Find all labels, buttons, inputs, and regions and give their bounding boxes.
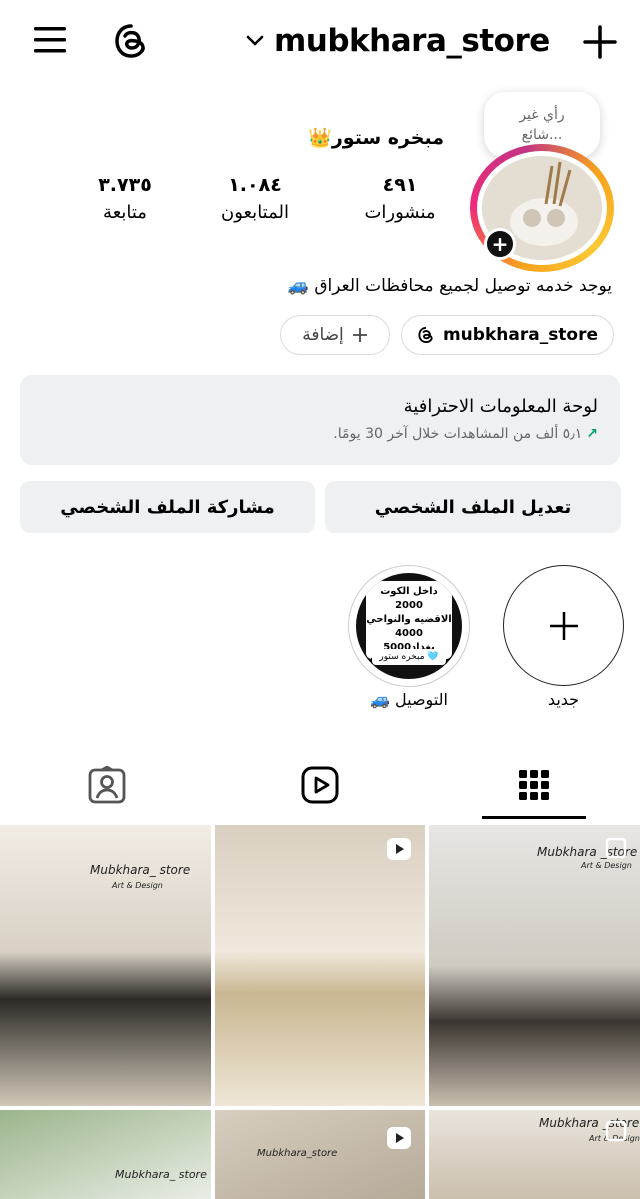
note-line-1: رأي غير — [519, 107, 565, 123]
following-stat[interactable]: ٣.٧٣٥ متابعة — [80, 172, 170, 228]
post-thumbnail[interactable]: Mubkhara_ store — [0, 1110, 211, 1199]
post-thumbnail[interactable]: Mubkhara _store Art & Design — [429, 1110, 640, 1199]
new-highlight-label: جديد — [547, 690, 580, 709]
add-pill-label: إضافة — [302, 325, 344, 345]
threads-small-icon — [417, 326, 435, 344]
tagged-tab[interactable] — [55, 750, 159, 820]
header-username: mubkhara_store — [274, 23, 550, 59]
price-line-2: الاقضيه والنواحي 4000 — [366, 614, 452, 639]
hamburger-menu-icon[interactable] — [30, 22, 70, 58]
dashboard-title: لوحة المعلومات الاحترافية — [403, 396, 598, 417]
share-profile-button[interactable]: مشاركة الملف الشخصي — [20, 481, 315, 533]
delivery-highlight-label: التوصيل 🚙 — [370, 690, 448, 709]
bio: يوجد خدمه توصيل لجميع محافظات العراق 🚙 — [287, 276, 612, 296]
add-link-pill[interactable]: إضافة — [280, 315, 390, 355]
tagged-user-icon — [88, 766, 126, 804]
post-thumbnail[interactable]: Mubkhara _store Art & Design — [429, 825, 640, 1106]
plus-small-icon — [352, 327, 368, 343]
posts-count: ٤٩١ — [382, 174, 418, 196]
display-name: مبخره ستور👑 — [308, 127, 444, 149]
post-thumbnail[interactable]: Mubkhara_store — [215, 1110, 425, 1199]
trend-up-icon: ↗ — [586, 426, 598, 442]
add-story-icon[interactable]: + — [484, 228, 516, 260]
post-watermark: Mubkhara_ store — [90, 863, 191, 877]
threads-icon[interactable] — [110, 20, 152, 62]
plus-icon — [549, 611, 578, 640]
delivery-price-card: داخل الكوت 2000 الاقضيه والنواحي 4000 بغ… — [366, 581, 452, 667]
following-label: متابعة — [103, 202, 147, 223]
grid-icon — [519, 770, 549, 800]
content-tabs — [0, 750, 640, 820]
reel-badge-icon — [387, 1127, 411, 1149]
note-line-2: شائع... — [521, 127, 563, 143]
reels-icon — [301, 766, 339, 804]
followers-stat[interactable]: ١.٠٨٤ المتابعون — [205, 172, 305, 228]
post-watermark: Mubkhara_store — [257, 1148, 338, 1159]
threads-profile-pill[interactable]: mubkhara_store — [401, 315, 614, 355]
chevron-down-icon — [246, 35, 264, 47]
post-thumbnail[interactable]: Mubkhara_ store Art & Design — [0, 825, 211, 1106]
threads-pill-label: mubkhara_store — [442, 325, 599, 345]
grid-tab[interactable] — [482, 750, 586, 820]
posts-stat[interactable]: ٤٩١ منشورات — [350, 172, 450, 228]
reel-badge-icon — [387, 838, 411, 860]
followers-count: ١.٠٨٤ — [228, 174, 282, 196]
top-bar: mubkhara_store — [0, 0, 640, 84]
active-tab-indicator — [482, 816, 586, 819]
price-line-1: داخل الكوت 2000 — [380, 586, 438, 611]
followers-label: المتابعون — [220, 202, 290, 223]
reels-tab[interactable] — [268, 750, 372, 820]
post-watermark-sub: Art & Design — [112, 881, 163, 890]
post-watermark-sub: Art & Design — [581, 861, 632, 870]
new-highlight-button[interactable] — [503, 565, 624, 686]
delivery-badge: مبخره ستور 🩵 — [372, 649, 446, 665]
delivery-highlight-cover[interactable]: داخل الكوت 2000 الاقضيه والنواحي 4000 بغ… — [356, 573, 462, 679]
post-thumbnail[interactable] — [215, 825, 425, 1106]
edit-profile-button[interactable]: تعديل الملف الشخصي — [325, 481, 621, 533]
post-watermark: Mubkhara_ store — [115, 1168, 207, 1181]
dashboard-subtitle: ٥٫١ ألف من المشاهدات خلال آخر 30 يومًا. — [333, 426, 583, 442]
professional-dashboard[interactable]: لوحة المعلومات الاحترافية ↗ ٥٫١ ألف من ا… — [20, 375, 620, 465]
create-plus-icon[interactable] — [580, 22, 620, 62]
posts-grid: Mubkhara _store Art & Design Mubkhara_ s… — [0, 825, 640, 1199]
carousel-icon — [605, 1120, 627, 1142]
posts-label: منشورات — [364, 202, 436, 223]
carousel-icon — [605, 837, 627, 859]
username-switcher[interactable]: mubkhara_store — [246, 20, 550, 62]
following-count: ٣.٧٣٥ — [98, 174, 152, 196]
